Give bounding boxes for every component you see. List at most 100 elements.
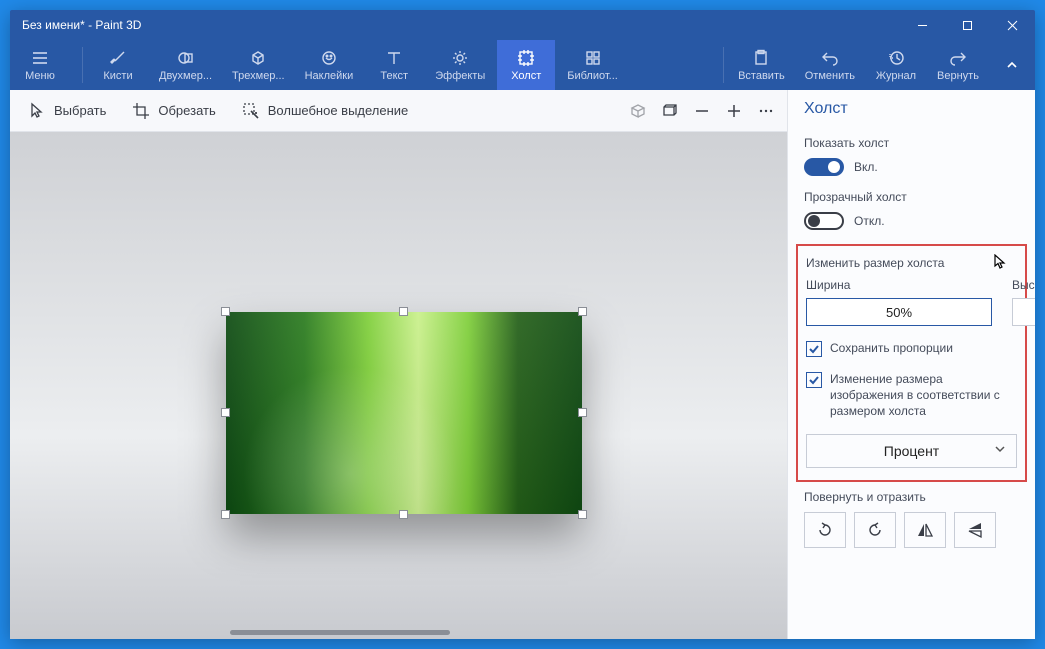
show-canvas-label: Показать холст xyxy=(804,136,1019,150)
canvas-tool-label: Холст xyxy=(511,70,541,82)
show-canvas-toggle[interactable] xyxy=(804,158,844,176)
crop-icon xyxy=(132,102,150,120)
cursor-annotation-icon xyxy=(993,254,1007,275)
main-toolbar: Меню Кисти Двухмер... Трехмер... Наклейк… xyxy=(10,40,1035,90)
lock-aspect-checkbox[interactable] xyxy=(806,341,822,357)
brushes-label: Кисти xyxy=(103,70,132,82)
title-bar: Без имени* - Paint 3D xyxy=(10,10,1035,40)
library-label: Библиот... xyxy=(567,70,618,82)
canvas-image[interactable] xyxy=(226,312,582,514)
brush-icon xyxy=(109,48,127,68)
rotate-ccw-button[interactable] xyxy=(804,512,846,548)
width-input[interactable] xyxy=(806,298,992,326)
redo-label: Вернуть xyxy=(937,70,979,82)
height-label: Высота xyxy=(1012,278,1035,292)
resize-title: Изменить размер холста xyxy=(806,256,1017,270)
3d-shapes-label: Трехмер... xyxy=(232,70,285,82)
show-canvas-state: Вкл. xyxy=(854,160,878,174)
library-icon xyxy=(584,48,602,68)
redo-icon xyxy=(949,48,967,68)
menu-icon xyxy=(31,48,49,68)
cursor-icon xyxy=(28,102,46,120)
maximize-button[interactable] xyxy=(945,10,990,40)
effects-icon xyxy=(451,48,469,68)
height-input[interactable] xyxy=(1012,298,1035,326)
crop-label: Обрезать xyxy=(158,103,215,118)
magic-select-tool[interactable]: Волшебное выделение xyxy=(236,98,415,124)
effects-tool[interactable]: Эффекты xyxy=(427,40,493,90)
text-label: Текст xyxy=(380,70,408,82)
rotate-cw-button[interactable] xyxy=(854,512,896,548)
resize-handle[interactable] xyxy=(578,408,587,417)
app-window: Без имени* - Paint 3D Меню Кисти Двухмер… xyxy=(10,10,1035,639)
stickers-label: Наклейки xyxy=(305,70,354,82)
resize-handle[interactable] xyxy=(221,510,230,519)
history-label: Журнал xyxy=(876,70,916,82)
resize-handle[interactable] xyxy=(399,307,408,316)
redo-button[interactable]: Вернуть xyxy=(929,40,987,90)
stickers-icon xyxy=(320,48,338,68)
text-tool[interactable]: Текст xyxy=(365,40,423,90)
resize-handle[interactable] xyxy=(578,307,587,316)
resize-handle[interactable] xyxy=(578,510,587,519)
minimize-button[interactable] xyxy=(900,10,945,40)
menu-label: Меню xyxy=(25,70,55,82)
resize-image-label: Изменение размера изображения в соответс… xyxy=(830,371,1017,420)
select-label: Выбрать xyxy=(54,103,106,118)
2d-shapes-icon xyxy=(177,48,195,68)
undo-button[interactable]: Отменить xyxy=(797,40,863,90)
stickers-tool[interactable]: Наклейки xyxy=(297,40,362,90)
window-title: Без имени* - Paint 3D xyxy=(22,18,141,32)
canvas-tool[interactable]: Холст xyxy=(497,40,555,90)
brushes-tool[interactable]: Кисти xyxy=(89,40,147,90)
2d-shapes-tool[interactable]: Двухмер... xyxy=(151,40,220,90)
zoom-out-icon[interactable] xyxy=(693,102,711,120)
transparent-canvas-state: Откл. xyxy=(854,214,885,228)
transparent-canvas-label: Прозрачный холст xyxy=(804,190,1019,204)
sub-toolbar: Выбрать Обрезать Волшебное выделение xyxy=(10,90,787,132)
unit-select[interactable]: Процент xyxy=(806,434,1017,468)
2d-shapes-label: Двухмер... xyxy=(159,70,212,82)
resize-handle[interactable] xyxy=(221,408,230,417)
effects-label: Эффекты xyxy=(435,70,485,82)
chevron-down-icon xyxy=(994,442,1006,460)
3d-shapes-tool[interactable]: Трехмер... xyxy=(224,40,293,90)
flip-vertical-button[interactable] xyxy=(954,512,996,548)
unit-select-label: Процент xyxy=(884,443,939,459)
canvas-panel: Холст Показать холст Вкл. Прозрачный хол… xyxy=(787,90,1035,639)
resize-handle[interactable] xyxy=(221,307,230,316)
workspace: Выбрать Обрезать Волшебное выделение xyxy=(10,90,787,639)
undo-label: Отменить xyxy=(805,70,855,82)
menu-button[interactable]: Меню xyxy=(16,40,64,90)
horizontal-scrollbar[interactable] xyxy=(230,630,450,635)
text-icon xyxy=(385,48,403,68)
crop-tool[interactable]: Обрезать xyxy=(126,98,221,124)
close-button[interactable] xyxy=(990,10,1035,40)
magic-select-icon xyxy=(242,102,260,120)
zoom-in-icon[interactable] xyxy=(725,102,743,120)
view-flat-icon[interactable] xyxy=(661,102,679,120)
canvas-icon xyxy=(517,48,535,68)
resize-image-checkbox[interactable] xyxy=(806,372,822,388)
resize-handle[interactable] xyxy=(399,510,408,519)
paste-label: Вставить xyxy=(738,70,785,82)
panel-title: Холст xyxy=(788,90,1035,130)
view-3d-icon[interactable] xyxy=(629,102,647,120)
flip-horizontal-button[interactable] xyxy=(904,512,946,548)
collapse-toolbar-button[interactable] xyxy=(989,58,1035,72)
rotate-label: Повернуть и отразить xyxy=(804,490,1019,504)
history-button[interactable]: Журнал xyxy=(867,40,925,90)
history-icon xyxy=(887,48,905,68)
resize-canvas-section: Изменить размер холста Ширина Высота xyxy=(796,244,1027,482)
canvas-area[interactable] xyxy=(10,132,787,639)
transparent-canvas-toggle[interactable] xyxy=(804,212,844,230)
width-label: Ширина xyxy=(806,278,992,292)
library-tool[interactable]: Библиот... xyxy=(559,40,626,90)
paste-button[interactable]: Вставить xyxy=(730,40,793,90)
select-tool[interactable]: Выбрать xyxy=(22,98,112,124)
forest-image xyxy=(226,312,582,514)
magic-select-label: Волшебное выделение xyxy=(268,103,409,118)
more-icon[interactable] xyxy=(757,102,775,120)
undo-icon xyxy=(821,48,839,68)
lock-aspect-label: Сохранить пропорции xyxy=(830,340,953,356)
